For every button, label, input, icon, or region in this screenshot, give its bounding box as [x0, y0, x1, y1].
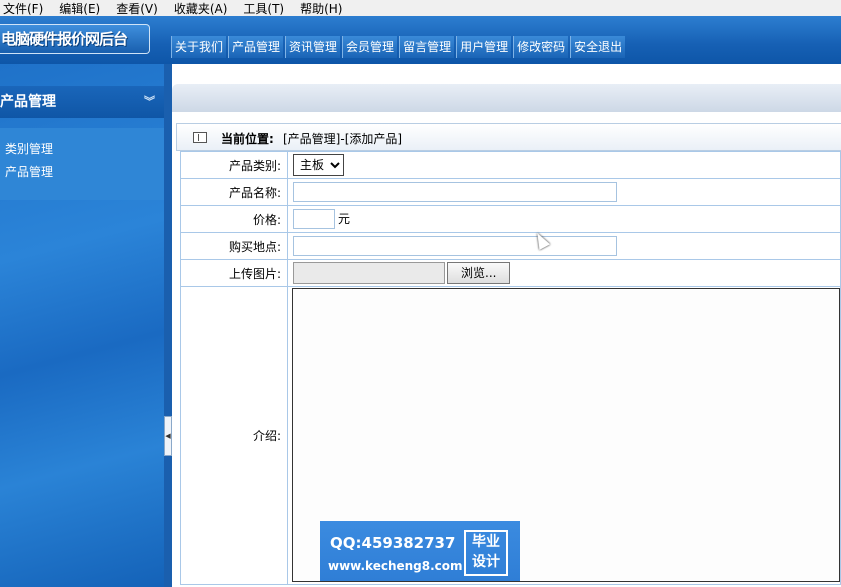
- main-header-band: [172, 84, 841, 112]
- form-row-category: 产品类别: 主板: [180, 151, 841, 179]
- nav-change-password[interactable]: 修改密码: [513, 36, 569, 58]
- menu-favorites[interactable]: 收藏夹(A): [174, 0, 228, 17]
- watermark-url: www.kecheng8.com: [328, 559, 463, 573]
- browse-button[interactable]: 浏览...: [447, 262, 511, 284]
- intro-label: 介绍:: [180, 286, 288, 585]
- sidebar-section-header[interactable]: 产品管理 ︾: [0, 86, 164, 118]
- nav-users[interactable]: 用户管理: [456, 36, 512, 58]
- chevron-double-down-icon[interactable]: ︾: [144, 86, 155, 118]
- sidebar-menu: 类别管理 产品管理: [0, 128, 164, 200]
- menu-tools[interactable]: 工具(T): [243, 0, 284, 17]
- form-row-name: 产品名称:: [180, 178, 841, 206]
- sidebar-item-product-manage[interactable]: 产品管理: [0, 161, 164, 184]
- watermark-badge-line2: 设计: [472, 554, 500, 570]
- menu-edit[interactable]: 编辑(E): [59, 0, 100, 17]
- breadcrumb-path: [产品管理]-[添加产品]: [283, 132, 403, 146]
- sidebar-splitter: ◀: [164, 64, 172, 587]
- nav-news[interactable]: 资讯管理: [285, 36, 341, 58]
- nav-members[interactable]: 会员管理: [342, 36, 398, 58]
- browser-menubar: 文件(F) 编辑(E) 查看(V) 收藏夹(A) 工具(T) 帮助(H): [0, 0, 841, 16]
- main-top-area: [172, 64, 841, 122]
- product-name-label: 产品名称:: [180, 178, 288, 206]
- watermark-badge-line1: 毕业: [472, 534, 500, 550]
- location-label: 购买地点:: [180, 232, 288, 260]
- price-unit: 元: [338, 211, 351, 226]
- site-logo: 电脑硬件报价网后台: [0, 24, 150, 54]
- main-content: 当前位置: [产品管理]-[添加产品] 产品类别: 主板 产品名称: 价格: 元…: [172, 64, 841, 587]
- nav-messages[interactable]: 留言管理: [399, 36, 455, 58]
- watermark-badge: 毕业 设计: [464, 530, 508, 576]
- category-label: 产品类别:: [180, 151, 288, 179]
- menu-view[interactable]: 查看(V): [116, 0, 158, 17]
- add-product-form: 产品类别: 主板 产品名称: 价格: 元 购买地点: 上传图片: 浏览... 介…: [180, 151, 841, 585]
- watermark-qq: QQ:459382737: [330, 534, 456, 552]
- form-row-location: 购买地点:: [180, 232, 841, 260]
- purchase-location-input[interactable]: [293, 236, 617, 256]
- menu-file[interactable]: 文件(F): [3, 0, 43, 17]
- collapse-sidebar-handle[interactable]: ◀: [164, 416, 172, 456]
- top-nav: 关于我们 产品管理 资讯管理 会员管理 留言管理 用户管理 修改密码 安全退出: [171, 36, 627, 58]
- nav-logout[interactable]: 安全退出: [570, 36, 626, 58]
- price-label: 价格:: [180, 205, 288, 233]
- menu-help[interactable]: 帮助(H): [300, 0, 342, 17]
- breadcrumb: 当前位置: [产品管理]-[添加产品]: [176, 123, 841, 151]
- file-path-field[interactable]: [293, 262, 445, 284]
- left-sidebar: 产品管理 ︾ 类别管理 产品管理: [0, 64, 164, 587]
- form-row-price: 价格: 元: [180, 205, 841, 233]
- nav-about[interactable]: 关于我们: [171, 36, 227, 58]
- sidebar-section-title: 产品管理: [0, 94, 56, 110]
- breadcrumb-label: 当前位置:: [221, 132, 274, 146]
- price-input[interactable]: [293, 209, 335, 229]
- category-select[interactable]: 主板: [293, 154, 344, 176]
- location-icon: [193, 132, 207, 143]
- upload-label: 上传图片:: [180, 259, 288, 287]
- sidebar-item-category-manage[interactable]: 类别管理: [0, 138, 164, 161]
- app-header: 电脑硬件报价网后台 关于我们 产品管理 资讯管理 会员管理 留言管理 用户管理 …: [0, 16, 841, 64]
- nav-products[interactable]: 产品管理: [228, 36, 284, 58]
- watermark-banner: QQ:459382737 www.kecheng8.com 毕业 设计: [320, 521, 520, 581]
- product-name-input[interactable]: [293, 182, 617, 202]
- form-row-upload: 上传图片: 浏览...: [180, 259, 841, 287]
